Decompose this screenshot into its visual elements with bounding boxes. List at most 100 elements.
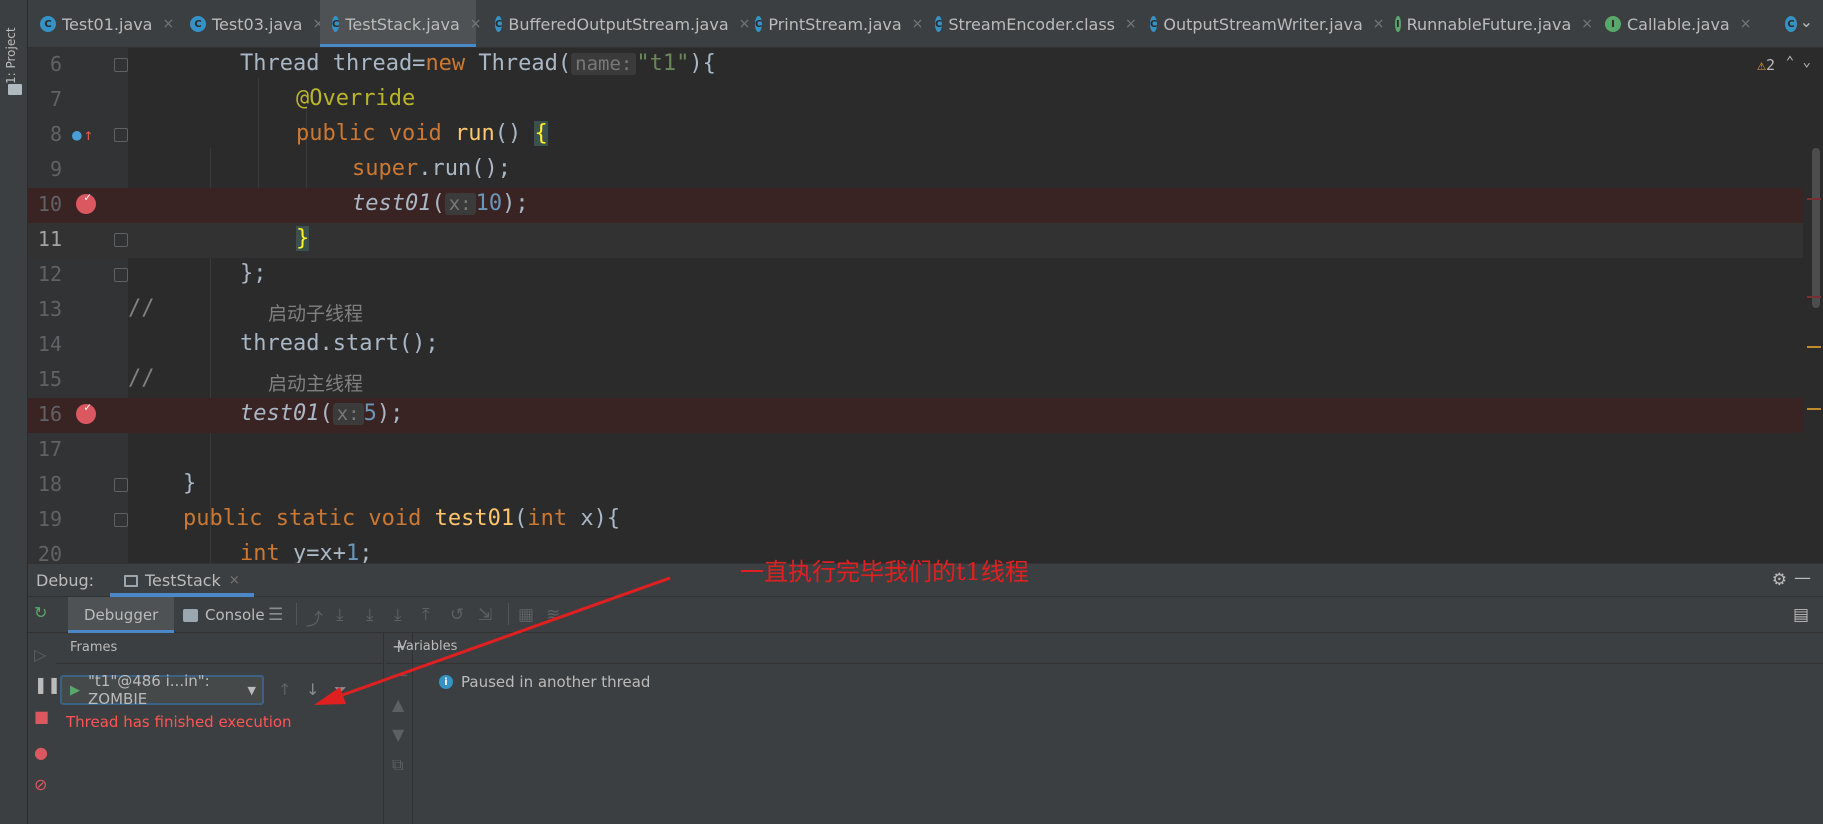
arrow-down-icon[interactable]: ↓ — [306, 680, 319, 699]
tab-callable-java[interactable]: I Callable.java × — [1593, 0, 1768, 47]
line-number: 7 — [49, 87, 62, 111]
tab-label: BufferedOutputStream.java — [508, 14, 729, 34]
line-number: 8 — [49, 122, 62, 146]
minus-icon[interactable]: — — [392, 665, 408, 684]
fold-marker-icon[interactable] — [114, 268, 128, 282]
scrollbar-thumb[interactable] — [1812, 148, 1820, 308]
close-icon[interactable]: × — [912, 16, 924, 32]
interface-icon: I — [1605, 16, 1621, 32]
project-tool-strip: 1: Project — [0, 0, 28, 824]
warning-marker[interactable] — [1807, 408, 1821, 410]
move-down-icon[interactable]: ▼ — [392, 725, 404, 744]
editor-tab-bar: C Test01.java × C Test03.java × C TestSt… — [28, 0, 1823, 48]
filter-icon[interactable]: ⏷ — [334, 680, 347, 700]
project-tool-button[interactable]: 1: Project — [4, 14, 18, 84]
line-number: 6 — [49, 52, 62, 76]
tab-printstream-java[interactable]: C PrintStream.java × — [743, 0, 923, 47]
tab-test01-java[interactable]: C Test01.java × — [28, 0, 178, 47]
gear-icon[interactable]: ⚙ — [1772, 570, 1787, 590]
warnings-indicator[interactable]: ⚠2 — [1757, 56, 1775, 74]
step-out-icon[interactable]: ⤒ — [422, 605, 430, 625]
fold-marker-icon[interactable] — [114, 58, 128, 72]
chevron-down-icon[interactable]: ⌄ — [1800, 12, 1813, 31]
close-icon[interactable]: × — [470, 16, 482, 32]
debug-session-tab[interactable]: TestStack × — [110, 564, 254, 597]
line-number: 15 — [37, 367, 62, 391]
code-line-breakpoint: 16 test01(x:5); — [28, 398, 1803, 433]
tab-debugger[interactable]: Debugger — [68, 597, 175, 633]
layout-icon[interactable]: ▤ — [1793, 605, 1809, 625]
close-icon[interactable]: × — [229, 573, 240, 588]
drop-frame-icon[interactable]: ↺ — [450, 605, 464, 625]
close-icon[interactable]: × — [1581, 16, 1593, 32]
step-into-icon[interactable]: ⤓ — [366, 605, 374, 625]
tab-label: Debugger — [84, 606, 159, 624]
tab-label: Console — [205, 606, 265, 624]
breakpoint-icon[interactable] — [76, 190, 96, 214]
run-to-cursor-icon[interactable]: ⇲ — [478, 605, 492, 625]
view-breakpoints-icon[interactable]: ● — [34, 743, 48, 762]
variables-message-text: Paused in another thread — [461, 673, 651, 691]
close-icon[interactable]: × — [1125, 16, 1137, 32]
class-icon: C — [190, 16, 206, 32]
rerun-icon[interactable]: ↻ — [34, 603, 47, 622]
code-line: 8 ● ↑ public void run() { — [28, 118, 1803, 153]
tab-label: OutputStreamWriter.java — [1163, 14, 1363, 34]
tab-label: TestStack.java — [345, 14, 460, 34]
breakpoint-icon[interactable] — [76, 400, 96, 424]
tab-outputstreamwriter-java[interactable]: C OutputStreamWriter.java × — [1138, 0, 1385, 47]
thread-selector[interactable]: ▶ "t1"@486 i...in": ZOMBIE ▼ — [60, 672, 264, 708]
tab-label: Test01.java — [62, 14, 153, 34]
mute-breakpoints-icon[interactable]: ⊘ — [34, 775, 47, 794]
tab-bufferedoutputstream-java[interactable]: C BufferedOutputStream.java × — [483, 0, 750, 47]
parameter-hint: x: — [332, 403, 364, 425]
frames-title: Frames — [70, 640, 118, 655]
fold-marker-icon[interactable] — [114, 128, 128, 142]
class-icon: C — [40, 16, 56, 32]
trace-icon[interactable]: ≋ — [546, 605, 560, 625]
fold-marker-icon[interactable] — [114, 513, 128, 527]
warning-marker[interactable] — [1807, 346, 1821, 348]
folder-icon[interactable] — [8, 84, 22, 95]
line-number: 11 — [37, 227, 62, 251]
chevron-down-icon: ▼ — [247, 683, 256, 697]
minimize-icon[interactable]: — — [1794, 568, 1811, 588]
code-line: 14 thread.start(); — [28, 328, 1803, 363]
tab-streamencoder-class[interactable]: C StreamEncoder.class × — [923, 0, 1137, 47]
code-line: 6 Thread thread=new Thread(name: "t1"){ — [28, 48, 1803, 83]
tab-label: StreamEncoder.class — [948, 14, 1115, 34]
close-icon[interactable]: × — [162, 16, 174, 32]
fold-marker-icon[interactable] — [114, 233, 128, 247]
breakpoint-marker[interactable] — [1807, 296, 1821, 298]
line-number: 10 — [37, 192, 62, 216]
class-icon: C — [755, 16, 763, 32]
code-line-current: 11 } — [28, 223, 1803, 258]
error-stripe[interactable] — [1805, 48, 1823, 563]
resume-icon[interactable]: ▷ — [34, 645, 46, 664]
line-number: 16 — [37, 402, 62, 426]
tab-runnablefuture-java[interactable]: I RunnableFuture.java × — [1383, 0, 1593, 47]
step-over-icon[interactable]: ⤓ — [336, 605, 344, 625]
menu-icon[interactable]: ☰ — [268, 605, 283, 625]
divider — [508, 603, 509, 625]
tab-teststack-java[interactable]: C TestStack.java × — [320, 0, 482, 47]
copy-icon[interactable]: ⧉ — [392, 755, 403, 775]
tab-console[interactable]: Console — [173, 597, 275, 633]
close-icon[interactable]: × — [1740, 16, 1752, 32]
code-editor[interactable]: 6 Thread thread=new Thread(name: "t1"){ 7… — [28, 48, 1823, 563]
line-number: 18 — [37, 472, 62, 496]
show-execution-point-icon[interactable]: ⤴ — [306, 605, 323, 630]
class-icon: C — [1150, 16, 1158, 32]
evaluate-expression-icon[interactable]: ▦ — [518, 605, 534, 625]
fold-marker-icon[interactable] — [114, 478, 128, 492]
arrow-up-icon[interactable]: ↑ — [278, 680, 291, 699]
tab-overflow[interactable]: C — [1773, 0, 1803, 47]
session-icon — [124, 574, 138, 587]
stop-icon[interactable]: ■ — [34, 707, 49, 726]
debug-tool-window: Debug: TestStack × ⚙ — Debugger Console … — [28, 563, 1823, 824]
breakpoint-marker[interactable] — [1807, 198, 1821, 200]
force-step-into-icon[interactable]: ⤓ — [394, 605, 402, 625]
debug-toolbar: Debugger Console ☰ ⤴ ⤓ ⤓ ⤓ ⤒ ↺ ⇲ ▦ ≋ ▤ — [28, 597, 1823, 633]
move-up-icon[interactable]: ▲ — [392, 695, 404, 714]
override-icon[interactable]: ● ↑ — [72, 125, 93, 144]
